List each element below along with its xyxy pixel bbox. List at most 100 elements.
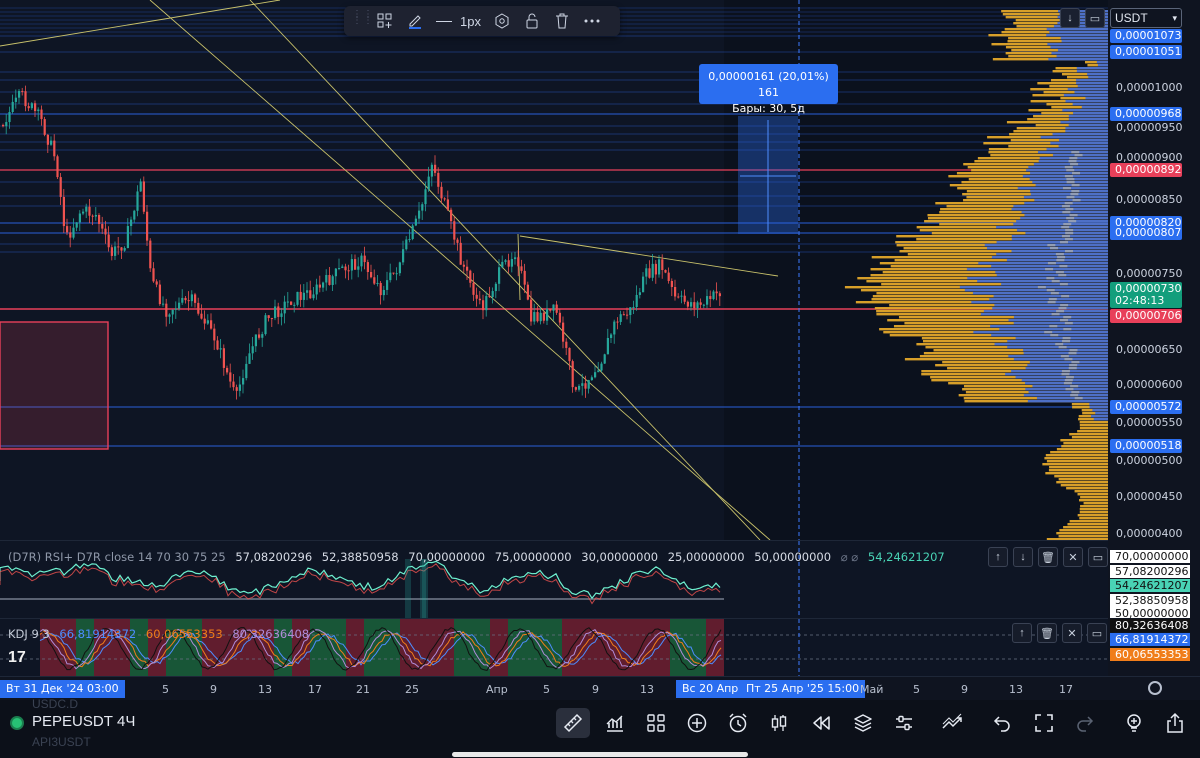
volume-bar — [1037, 286, 1046, 289]
candle-body — [197, 302, 200, 314]
idea-bulb-icon[interactable] — [1117, 708, 1151, 738]
volume-bar — [1074, 397, 1083, 400]
volume-bar — [1059, 529, 1108, 532]
volume-bar — [1007, 346, 1108, 349]
volume-bar — [1044, 457, 1108, 460]
chevron-down-icon: ▾ — [1172, 12, 1177, 23]
volume-bar — [1067, 88, 1108, 91]
candlesticks[interactable] — [2, 85, 721, 400]
alarm-clock-icon[interactable] — [721, 708, 755, 738]
lock-icon[interactable] — [517, 8, 547, 34]
candle-body — [210, 320, 213, 329]
add-template-icon[interactable] — [370, 8, 400, 34]
maximize-icon[interactable]: ▭ — [1087, 623, 1107, 643]
candle-body — [677, 296, 680, 298]
volume-bar — [1083, 502, 1108, 505]
volume-bar — [1005, 373, 1108, 376]
trash-icon[interactable]: 🗑 — [1038, 547, 1058, 567]
volume-bar — [1097, 64, 1108, 67]
currency-selector[interactable]: USDT ▾ — [1110, 8, 1182, 28]
move-up-icon[interactable]: ↑ — [1012, 623, 1032, 643]
candle-body — [517, 257, 520, 267]
candle-body — [466, 266, 469, 271]
symbol-name[interactable]: PEPEUSDT — [32, 713, 113, 730]
trend-line[interactable] — [0, 0, 281, 47]
volume-bar — [1046, 277, 1055, 280]
demand-zone[interactable] — [0, 321, 109, 450]
settings-hex-icon[interactable] — [487, 8, 517, 34]
candle-body — [462, 264, 465, 267]
volume-bar — [1060, 304, 1069, 307]
chart-canvas[interactable] — [0, 0, 1108, 540]
add-circle-icon[interactable] — [680, 708, 714, 738]
volume-bar — [1091, 415, 1108, 418]
line-width-selector[interactable]: 1px — [430, 14, 487, 29]
candle-body — [523, 270, 526, 285]
volume-bar — [1017, 187, 1108, 190]
collapse-icon[interactable]: ✕ — [1062, 623, 1082, 643]
pencil-color-icon[interactable] — [400, 8, 430, 34]
layout-grid-icon[interactable] — [639, 708, 673, 738]
candle-body — [405, 239, 408, 250]
trash-icon[interactable] — [547, 8, 577, 34]
volume-bar — [1063, 526, 1108, 529]
more-icon[interactable] — [577, 8, 607, 34]
kdj-axis-value: 60,06553353 — [1110, 648, 1190, 661]
undo-icon[interactable] — [985, 708, 1019, 738]
candle-body — [696, 302, 699, 309]
share-icon[interactable] — [1158, 708, 1192, 738]
price-level-badge: 0,00001073 — [1110, 29, 1182, 43]
sliders-icon[interactable] — [887, 708, 921, 738]
symbol-ghost-above[interactable]: USDC.D — [32, 697, 78, 711]
drag-handle-icon[interactable]: ⋮⋮ ⋮⋮ — [352, 10, 373, 30]
collapse-icon[interactable]: ✕ — [1063, 547, 1083, 567]
candle-body — [194, 294, 197, 303]
fullscreen-icon[interactable] — [1027, 708, 1061, 738]
kdj-indicator-pane[interactable]: KDJ 9 3 66,81914372 60,06553353 80,32636… — [0, 618, 1108, 677]
volume-bar — [1020, 217, 1108, 220]
home-indicator — [452, 752, 748, 757]
scroll-down-icon[interactable]: ↓ — [1060, 8, 1080, 28]
volume-bar — [1076, 82, 1108, 85]
candle-body — [200, 313, 203, 319]
fullscreen-icon[interactable]: ▭ — [1085, 8, 1105, 28]
timeframe-selector[interactable]: 4Ч — [117, 713, 135, 730]
maximize-icon[interactable]: ▭ — [1088, 547, 1108, 567]
time-axis[interactable]: Вт 31 Дек '24 03:00 5 9 13 17 21 25 Апр 5 9 13 Вс… — [0, 676, 1200, 700]
layers-icon[interactable] — [846, 708, 880, 738]
candle-body — [82, 211, 85, 214]
candle-body — [184, 297, 187, 301]
ruler-icon[interactable] — [556, 708, 590, 738]
move-down-icon[interactable]: ↓ — [1013, 547, 1033, 567]
trend-line[interactable] — [149, 0, 771, 540]
candle-body — [594, 372, 597, 378]
trash-icon[interactable]: 🗑 — [1037, 623, 1057, 643]
candle-body — [104, 228, 107, 235]
volume-bar — [964, 289, 1108, 292]
symbol-ghost-below[interactable]: API3USDT — [32, 735, 91, 749]
volume-bar — [996, 226, 1108, 229]
candle-body — [142, 181, 145, 212]
move-up-icon[interactable]: ↑ — [988, 547, 1008, 567]
settings-gear-icon[interactable] — [1148, 681, 1162, 695]
volume-bar — [1061, 445, 1108, 448]
candle-body — [203, 318, 206, 324]
candle-body — [75, 222, 78, 228]
candle-body — [389, 272, 392, 281]
candles-icon[interactable] — [762, 708, 796, 738]
drawing-tools-icon[interactable] — [936, 708, 970, 738]
kdj-legend[interactable]: KDJ 9 3 66,81914372 60,06553353 80,32636… — [8, 627, 309, 641]
redo-icon[interactable] — [1068, 708, 1102, 738]
price-chart[interactable] — [0, 0, 1108, 540]
rsi-legend[interactable]: (D7R) RSI+ D7R close 14 70 30 75 25 57,0… — [8, 550, 945, 564]
indicators-icon[interactable] — [598, 708, 632, 738]
volume-bar — [1092, 409, 1108, 412]
volume-bar — [1023, 196, 1108, 199]
replay-icon[interactable] — [804, 708, 838, 738]
candle-body — [40, 109, 43, 120]
candle-body — [296, 291, 299, 305]
candle-body — [133, 210, 136, 220]
volume-bar — [1065, 130, 1108, 133]
rsi-indicator-pane[interactable]: (D7R) RSI+ D7R close 14 70 30 75 25 57,0… — [0, 540, 1108, 619]
candle-body — [526, 284, 529, 300]
